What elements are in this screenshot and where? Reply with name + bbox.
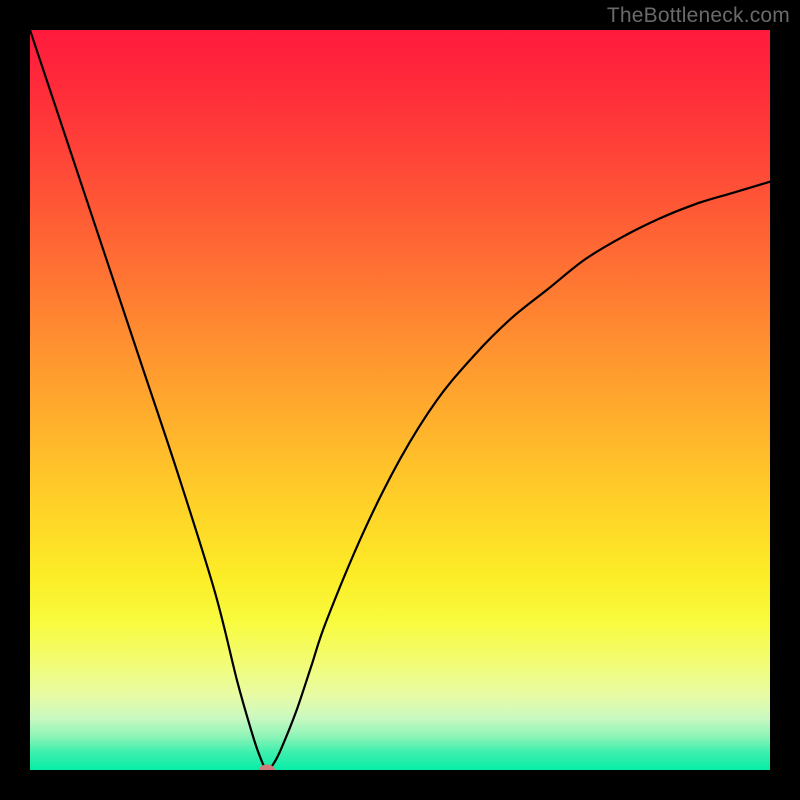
optimum-marker — [259, 765, 275, 771]
chart-frame: TheBottleneck.com — [0, 0, 800, 800]
bottleneck-curve — [30, 30, 770, 770]
plot-area — [30, 30, 770, 770]
watermark-text: TheBottleneck.com — [607, 4, 790, 28]
